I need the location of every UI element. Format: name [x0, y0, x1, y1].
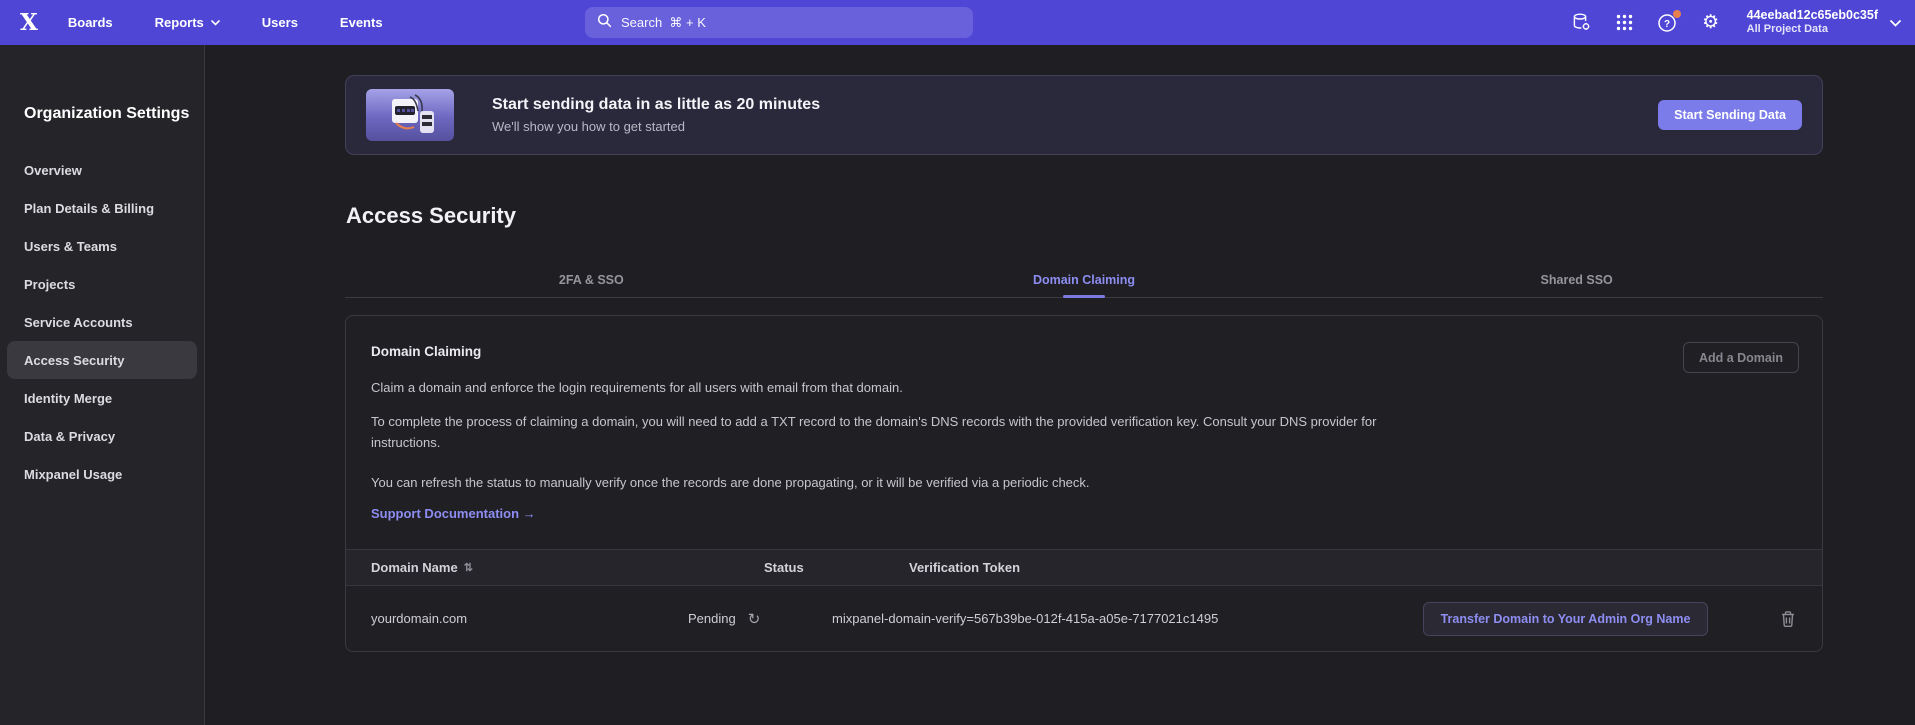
domain-claiming-panel: Domain Claiming Add a Domain Claim a dom… [345, 315, 1823, 652]
sidebar-item-overview[interactable]: Overview [0, 151, 204, 189]
search-icon [597, 13, 612, 33]
sidebar-item-plan-details-billing[interactable]: Plan Details & Billing [0, 189, 204, 227]
nav-item-users[interactable]: Users [262, 15, 298, 30]
table-row: yourdomain.com Pending ↻ mixpanel-domain… [346, 586, 1822, 652]
apps-grid-icon[interactable] [1614, 12, 1636, 34]
notification-dot [1673, 10, 1681, 18]
main-content: Start sending data in as little as 20 mi… [206, 45, 1915, 725]
tab-2fa-sso[interactable]: 2FA & SSO [345, 262, 838, 297]
search-input[interactable] [621, 15, 961, 30]
gear-icon[interactable]: ⚙ [1700, 12, 1722, 34]
domains-table-header: Domain Name ⇅ Status Verification Token [346, 549, 1822, 586]
support-documentation-link[interactable]: Support Documentation → [371, 506, 536, 521]
nav-item-boards[interactable]: Boards [68, 15, 113, 30]
tab-shared-sso[interactable]: Shared SSO [1330, 262, 1823, 297]
sidebar-item-service-accounts[interactable]: Service Accounts [0, 303, 204, 341]
banner-subtitle: We'll show you how to get started [492, 119, 820, 134]
onboarding-banner: Start sending data in as little as 20 mi… [345, 75, 1823, 155]
add-domain-button[interactable]: Add a Domain [1683, 342, 1799, 373]
sidebar-item-mixpanel-usage[interactable]: Mixpanel Usage [0, 455, 204, 493]
nav-item-reports[interactable]: Reports [155, 15, 220, 30]
org-switcher[interactable]: 44eebad12c65eb0c35f All Project Data [1747, 8, 1899, 37]
column-header-domain-name[interactable]: Domain Name ⇅ [371, 550, 473, 586]
sidebar-item-access-security[interactable]: Access Security [7, 341, 197, 379]
verification-token-cell: mixpanel-domain-verify=567b39be-012f-415… [832, 586, 1218, 652]
transfer-domain-button[interactable]: Transfer Domain to Your Admin Org Name [1423, 602, 1708, 636]
devices-illustration [366, 89, 454, 141]
sort-icon[interactable]: ⇅ [464, 550, 473, 586]
banner-title: Start sending data in as little as 20 mi… [492, 96, 820, 114]
page-title: Access Security [346, 203, 516, 229]
sidebar-item-identity-merge[interactable]: Identity Merge [0, 379, 204, 417]
delete-domain-icon[interactable] [1780, 610, 1796, 628]
nav-right-cluster: ? ⚙ 44eebad12c65eb0c35f All Project Data [1571, 0, 1899, 45]
domain-name-cell: yourdomain.com [371, 586, 467, 652]
org-settings-sidebar: Organization Settings Overview Plan Deta… [0, 45, 205, 725]
column-header-verification-token: Verification Token [909, 550, 1020, 586]
refresh-icon[interactable]: ↻ [748, 612, 761, 627]
chevron-down-icon [211, 20, 220, 26]
search-bar[interactable] [585, 7, 973, 38]
nav-menu: Boards Reports Users Events [68, 15, 383, 30]
panel-description-1: Claim a domain and enforce the login req… [371, 377, 903, 398]
help-icon[interactable]: ? [1657, 12, 1679, 34]
org-id: 44eebad12c65eb0c35f [1747, 8, 1878, 24]
svg-text:?: ? [1664, 19, 1670, 30]
top-nav: X Boards Reports Users Events [0, 0, 1915, 45]
panel-description-2: To complete the process of claiming a do… [371, 411, 1376, 453]
sidebar-item-data-privacy[interactable]: Data & Privacy [0, 417, 204, 455]
data-management-icon[interactable] [1571, 12, 1593, 34]
tab-domain-claiming[interactable]: Domain Claiming [838, 262, 1331, 297]
nav-item-events[interactable]: Events [340, 15, 383, 30]
sidebar-nav: Overview Plan Details & Billing Users & … [0, 151, 204, 493]
status-text: Pending [688, 586, 736, 652]
sidebar-item-projects[interactable]: Projects [0, 265, 204, 303]
column-header-status: Status [764, 550, 804, 586]
status-cell: Pending ↻ [688, 586, 760, 652]
panel-heading: Domain Claiming [371, 344, 481, 359]
chevron-down-icon [1890, 20, 1899, 26]
org-scope: All Project Data [1747, 23, 1878, 37]
start-sending-data-button[interactable]: Start Sending Data [1658, 100, 1802, 130]
mixpanel-logo-icon[interactable]: X [20, 0, 38, 45]
sidebar-title: Organization Settings [0, 45, 204, 123]
panel-description-3: You can refresh the status to manually v… [371, 472, 1090, 493]
sidebar-item-users-teams[interactable]: Users & Teams [0, 227, 204, 265]
access-security-tabs: 2FA & SSO Domain Claiming Shared SSO [345, 262, 1823, 298]
